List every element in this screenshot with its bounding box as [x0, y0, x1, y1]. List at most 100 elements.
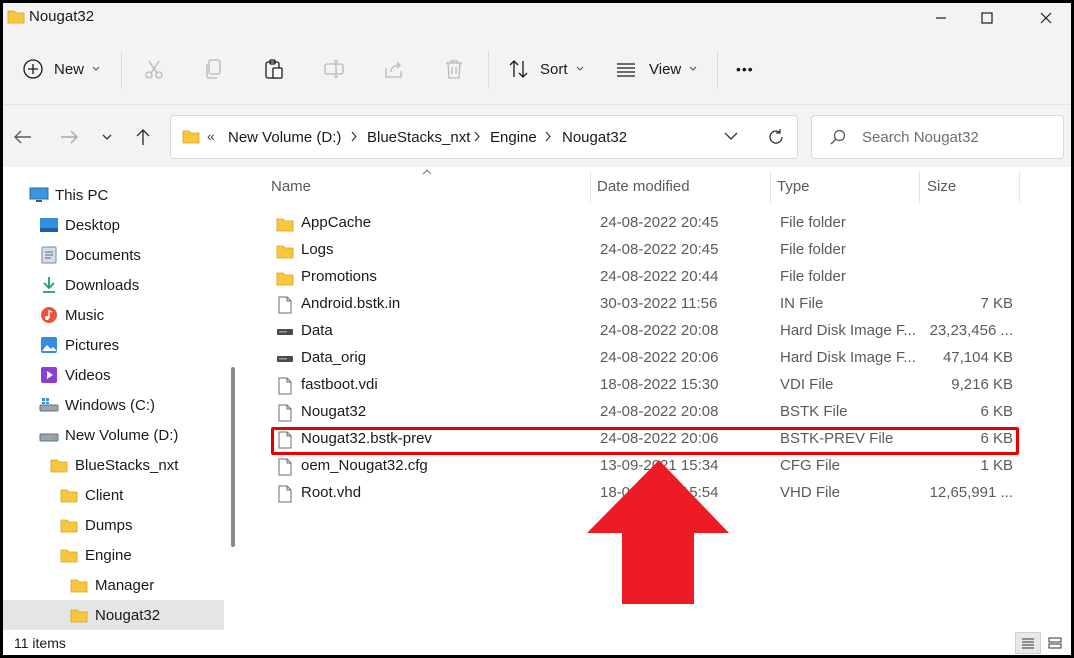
close-button[interactable] — [1023, 3, 1069, 33]
search-box[interactable]: Search Nougat32 — [811, 115, 1064, 159]
file-type: File folder — [780, 214, 918, 231]
sidebar-scrollbar[interactable] — [231, 367, 235, 547]
chevron-right-icon[interactable] — [474, 131, 481, 142]
toolbar-divider — [488, 51, 489, 89]
search-icon — [830, 129, 846, 145]
drive-c-icon — [39, 396, 59, 414]
column-header-date[interactable]: Date modified — [597, 178, 690, 195]
date-modified: 24-08-2022 20:45 — [600, 214, 718, 231]
file-row[interactable]: Android.bstk.in30-03-2022 11:56IN File7 … — [271, 291, 1019, 318]
file-name: fastboot.vdi — [301, 376, 378, 393]
refresh-button[interactable] — [767, 128, 785, 150]
column-divider[interactable] — [1019, 171, 1020, 203]
copy-button[interactable] — [199, 55, 229, 83]
view-list-icon — [615, 58, 637, 80]
sidebar-item-dumps[interactable]: Dumps — [59, 510, 229, 540]
maximize-button[interactable] — [964, 3, 1010, 33]
file-row[interactable]: Data24-08-2022 20:08Hard Disk Image F...… — [271, 318, 1019, 345]
refresh-icon — [767, 128, 785, 146]
column-header-size[interactable]: Size — [927, 178, 956, 195]
sidebar-item-documents[interactable]: Documents — [39, 240, 229, 270]
sidebar-item-desktop[interactable]: Desktop — [39, 210, 229, 240]
up-button[interactable] — [129, 123, 157, 151]
minimize-icon — [935, 12, 947, 24]
file-type: BSTK File — [780, 403, 918, 420]
column-header-type[interactable]: Type — [777, 178, 810, 195]
view-label: View — [649, 61, 681, 78]
overflow-crumbs-button[interactable]: « — [207, 128, 215, 144]
sidebar-item-this-pc[interactable]: This PC — [29, 180, 219, 210]
folder-icon — [49, 456, 69, 474]
file-icon — [275, 403, 295, 423]
address-bar[interactable]: « New Volume (D:) BlueStacks_nxt Engine … — [170, 115, 798, 159]
sidebar-item-label: This PC — [55, 187, 108, 204]
new-button[interactable]: New — [22, 53, 100, 85]
file-row[interactable]: fastboot.vdi18-08-2022 15:30VDI File9,21… — [271, 372, 1019, 399]
sidebar-item-pictures[interactable]: Pictures — [39, 330, 229, 360]
column-divider[interactable] — [590, 171, 591, 203]
file-row[interactable]: Data_orig24-08-2022 20:06Hard Disk Image… — [271, 345, 1019, 372]
file-size: 12,65,991 ... — [930, 484, 1013, 501]
forward-button[interactable] — [55, 123, 83, 151]
sort-ascending-icon — [422, 169, 432, 175]
cut-button[interactable] — [139, 55, 169, 83]
this-pc-icon — [29, 186, 49, 204]
breadcrumb-new-volume[interactable]: New Volume (D:) — [228, 129, 341, 146]
sidebar-item-engine[interactable]: Engine — [59, 540, 229, 570]
maximize-icon — [981, 12, 993, 24]
sidebar-item-videos[interactable]: Videos — [39, 360, 229, 390]
delete-button[interactable] — [439, 55, 469, 83]
recent-locations-button[interactable] — [93, 123, 121, 151]
status-bar: 11 items — [3, 630, 1071, 655]
sidebar-item-label: New Volume (D:) — [65, 427, 178, 444]
paste-button[interactable] — [259, 55, 289, 83]
back-button[interactable] — [9, 123, 37, 151]
sidebar-item-manager[interactable]: Manager — [69, 570, 229, 600]
music-icon — [39, 306, 59, 324]
sidebar-item-label: Documents — [65, 247, 141, 264]
details-view-icon — [1021, 637, 1035, 649]
sidebar-item-windows-c[interactable]: Windows (C:) — [39, 390, 229, 420]
desktop-icon — [39, 216, 59, 234]
column-header-name[interactable]: Name — [271, 178, 311, 195]
file-row[interactable]: AppCache24-08-2022 20:45File folder — [271, 210, 1019, 237]
tiles-view-button[interactable] — [1043, 632, 1067, 654]
share-button[interactable] — [379, 55, 409, 83]
chevron-right-icon[interactable] — [351, 131, 358, 142]
date-modified: 24-08-2022 20:08 — [600, 403, 718, 420]
folder-icon — [7, 9, 25, 28]
sidebar-item-downloads[interactable]: Downloads — [39, 270, 229, 300]
sidebar-item-new-volume-d[interactable]: New Volume (D:) — [39, 420, 229, 450]
sort-button[interactable]: Sort — [508, 53, 584, 85]
search-placeholder: Search Nougat32 — [862, 129, 979, 146]
minimize-button[interactable] — [918, 3, 964, 33]
file-row[interactable]: Logs24-08-2022 20:45File folder — [271, 237, 1019, 264]
breadcrumb-nougat32[interactable]: Nougat32 — [562, 129, 627, 146]
rename-button[interactable] — [319, 55, 349, 83]
address-history-button[interactable] — [723, 128, 739, 148]
folder-icon — [59, 516, 79, 534]
sidebar-item-bluestacks[interactable]: BlueStacks_nxt — [49, 450, 229, 480]
chevron-right-icon[interactable] — [545, 131, 552, 142]
breadcrumb-engine[interactable]: Engine — [490, 129, 537, 146]
navigation-pane: This PC Desktop Documents Downloads Musi… — [3, 167, 236, 630]
sidebar-item-label: Nougat32 — [95, 607, 160, 624]
column-divider[interactable] — [770, 171, 771, 203]
file-row[interactable]: Promotions24-08-2022 20:44File folder — [271, 264, 1019, 291]
pictures-icon — [39, 336, 59, 354]
window-title: Nougat32 — [29, 8, 94, 25]
file-name: Promotions — [301, 268, 377, 285]
breadcrumb-bluestacks[interactable]: BlueStacks_nxt — [367, 129, 470, 146]
file-row[interactable]: Nougat3224-08-2022 20:08BSTK File6 KB — [271, 399, 1019, 426]
file-type: Hard Disk Image F... — [780, 322, 918, 339]
documents-icon — [39, 246, 59, 264]
more-options-button[interactable]: ••• — [736, 53, 754, 85]
sidebar-item-client[interactable]: Client — [59, 480, 229, 510]
sidebar-item-nougat32[interactable]: Nougat32 — [3, 600, 224, 630]
details-view-button[interactable] — [1015, 632, 1041, 654]
view-button[interactable]: View — [615, 53, 697, 85]
sidebar-item-music[interactable]: Music — [39, 300, 229, 330]
chevron-down-icon — [576, 66, 584, 72]
rename-icon — [323, 58, 345, 80]
column-divider[interactable] — [919, 171, 920, 203]
